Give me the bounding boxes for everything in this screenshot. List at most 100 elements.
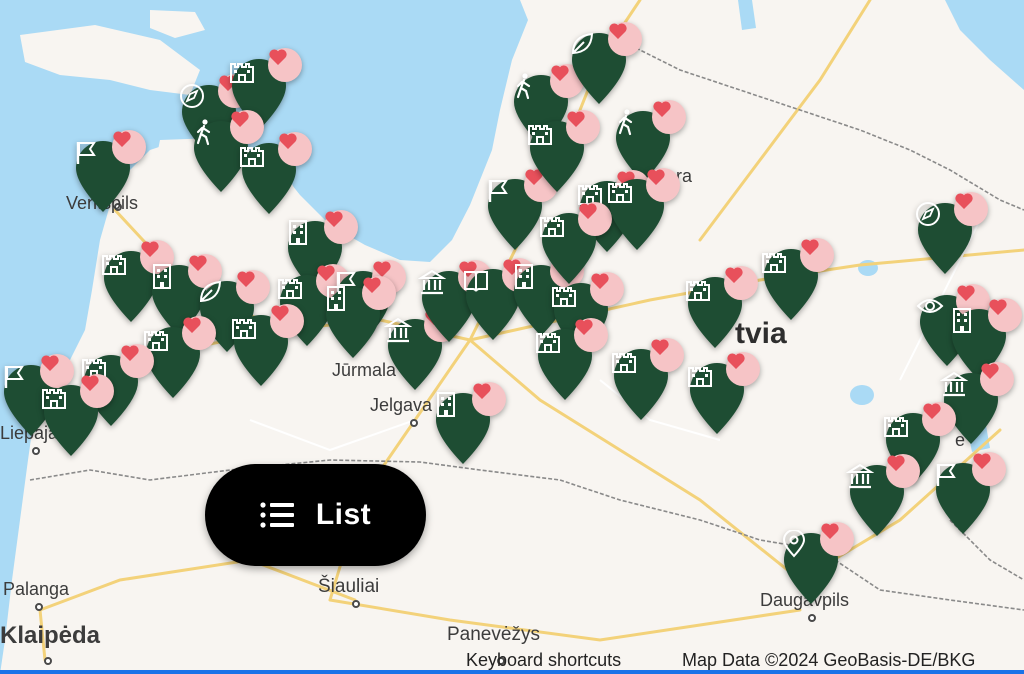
attraction-pin[interactable] bbox=[322, 276, 396, 360]
favorite-badge[interactable] bbox=[120, 344, 154, 378]
attraction-pin[interactable] bbox=[610, 338, 684, 422]
attraction-pin[interactable] bbox=[238, 132, 312, 216]
compass-icon bbox=[180, 84, 204, 108]
favorite-badge[interactable] bbox=[590, 272, 624, 306]
favorite-badge[interactable] bbox=[800, 238, 834, 272]
map-canvas[interactable]: Ventspils Liepaja Jūrmala Jelgava ra e D… bbox=[0, 0, 1024, 674]
favorite-badge[interactable] bbox=[650, 338, 684, 372]
building-icon bbox=[289, 220, 307, 245]
favorite-badge[interactable] bbox=[954, 192, 988, 226]
heart-icon bbox=[725, 267, 743, 283]
favorite-badge[interactable] bbox=[646, 168, 680, 202]
heart-icon bbox=[231, 111, 249, 127]
heart-icon bbox=[973, 453, 991, 469]
attraction-pin[interactable] bbox=[932, 452, 1006, 536]
heart-icon bbox=[821, 523, 839, 539]
flag-icon bbox=[4, 366, 24, 388]
heart-icon bbox=[237, 271, 255, 287]
heart-icon bbox=[989, 299, 1007, 315]
city-label-panevezys: Panevėžys bbox=[447, 624, 540, 645]
favorite-badge[interactable] bbox=[972, 452, 1006, 486]
list-button-label: List bbox=[315, 498, 372, 531]
favorite-badge[interactable] bbox=[922, 402, 956, 436]
book-icon bbox=[464, 271, 488, 292]
favorite-badge[interactable] bbox=[182, 316, 216, 350]
favorite-badge[interactable] bbox=[886, 454, 920, 488]
favorite-badge[interactable] bbox=[270, 304, 304, 338]
favorite-badge[interactable] bbox=[236, 270, 270, 304]
favorite-badge[interactable] bbox=[724, 266, 758, 300]
favorite-badge[interactable] bbox=[652, 100, 686, 134]
attraction-pin[interactable] bbox=[780, 522, 854, 606]
city-dot bbox=[35, 603, 43, 611]
heart-icon bbox=[363, 277, 381, 293]
castle-icon bbox=[240, 147, 264, 167]
city-dot bbox=[410, 419, 418, 427]
heart-icon bbox=[325, 211, 343, 227]
heart-icon bbox=[41, 355, 59, 371]
heart-icon bbox=[801, 239, 819, 255]
heart-icon bbox=[271, 305, 289, 321]
leaf-icon bbox=[199, 280, 222, 303]
favorite-badge[interactable] bbox=[726, 352, 760, 386]
favorite-badge[interactable] bbox=[472, 382, 506, 416]
heart-icon bbox=[591, 273, 609, 289]
favorite-badge[interactable] bbox=[230, 110, 264, 144]
attraction-pin[interactable] bbox=[72, 130, 146, 214]
heart-icon bbox=[727, 353, 745, 369]
attraction-pin[interactable] bbox=[914, 192, 988, 276]
castle-icon bbox=[230, 63, 254, 83]
flag-icon bbox=[936, 464, 956, 486]
favorite-badge[interactable] bbox=[80, 374, 114, 408]
attraction-pin[interactable] bbox=[230, 304, 304, 388]
castle-icon bbox=[528, 125, 552, 145]
eye-icon bbox=[916, 299, 944, 313]
heart-icon bbox=[651, 339, 669, 355]
attraction-pin[interactable] bbox=[684, 266, 758, 350]
compass-icon bbox=[916, 202, 940, 226]
castle-icon bbox=[536, 333, 560, 353]
favorite-badge[interactable] bbox=[324, 210, 358, 244]
attraction-pin[interactable] bbox=[432, 382, 506, 466]
building-icon bbox=[953, 308, 971, 333]
favorite-badge[interactable] bbox=[268, 48, 302, 82]
heart-icon bbox=[647, 169, 665, 185]
heart-icon bbox=[575, 319, 593, 335]
map-data-attribution: Map Data ©2024 GeoBasis-DE/BKG bbox=[682, 650, 976, 670]
city-dot bbox=[352, 600, 360, 608]
heart-icon bbox=[141, 241, 159, 257]
hiker-icon bbox=[516, 73, 531, 100]
attraction-pin[interactable] bbox=[568, 22, 642, 106]
attraction-pin[interactable] bbox=[534, 318, 608, 402]
attraction-pin[interactable] bbox=[40, 374, 114, 458]
castle-icon bbox=[102, 255, 126, 275]
castle-icon bbox=[232, 319, 256, 339]
list-button[interactable]: List bbox=[205, 464, 426, 566]
favorite-badge[interactable] bbox=[988, 298, 1022, 332]
castle-icon bbox=[608, 183, 632, 203]
favorite-badge[interactable] bbox=[574, 318, 608, 352]
heart-icon bbox=[653, 101, 671, 117]
flag-icon bbox=[488, 180, 508, 202]
attraction-pin[interactable] bbox=[760, 238, 834, 322]
castle-icon bbox=[884, 417, 908, 437]
favorite-badge[interactable] bbox=[608, 22, 642, 56]
heart-icon bbox=[269, 49, 287, 65]
heart-icon bbox=[551, 65, 569, 81]
attraction-pin[interactable] bbox=[846, 454, 920, 538]
favorite-badge[interactable] bbox=[566, 110, 600, 144]
favorite-badge[interactable] bbox=[112, 130, 146, 164]
favorite-badge[interactable] bbox=[278, 132, 312, 166]
attraction-pin[interactable] bbox=[686, 352, 760, 436]
castle-icon bbox=[612, 353, 636, 373]
favorite-badge[interactable] bbox=[980, 362, 1014, 396]
attraction-pin[interactable] bbox=[606, 168, 680, 252]
favorite-badge[interactable] bbox=[362, 276, 396, 310]
heart-icon bbox=[279, 133, 297, 149]
heart-icon bbox=[121, 345, 139, 361]
museum-icon bbox=[846, 463, 874, 489]
favorite-badge[interactable] bbox=[820, 522, 854, 556]
keyboard-shortcuts-link[interactable]: Keyboard shortcuts bbox=[466, 650, 621, 671]
castle-icon bbox=[688, 367, 712, 387]
building-icon bbox=[153, 264, 171, 289]
